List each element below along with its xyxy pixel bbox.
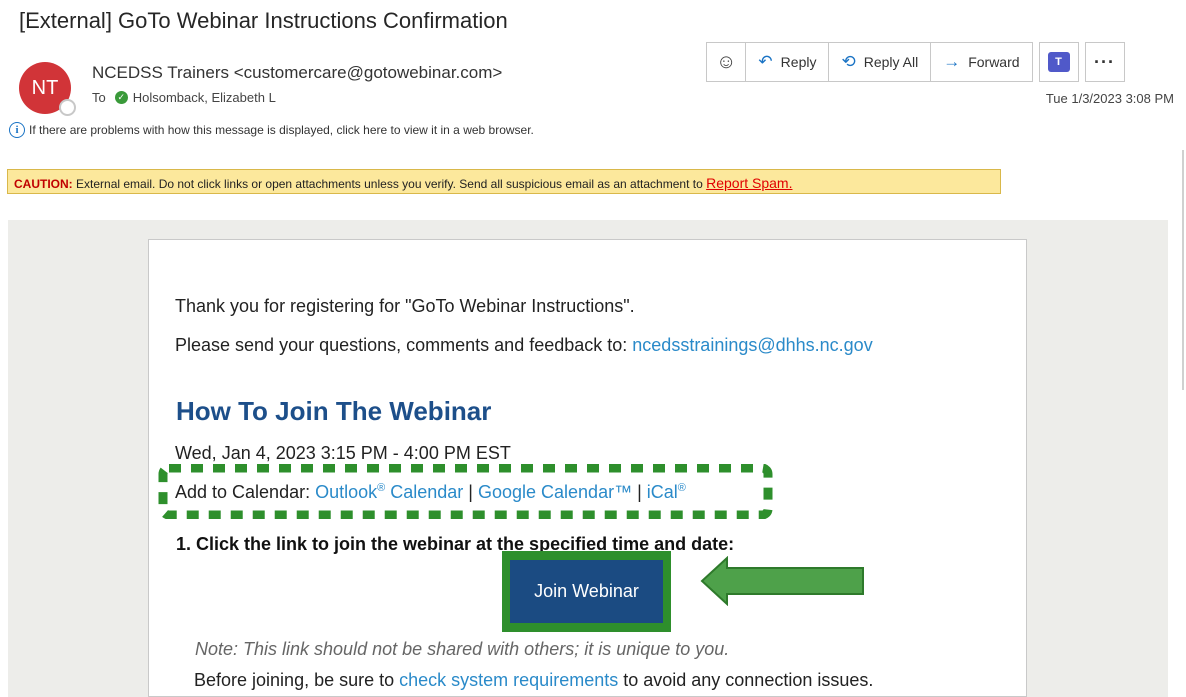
calendar-prefix: Add to Calendar:: [175, 482, 316, 502]
caution-label: CAUTION:: [14, 177, 73, 191]
sender[interactable]: NCEDSS Trainers <customercare@gotowebina…: [92, 63, 502, 83]
to-label: To: [92, 90, 106, 105]
avatar-initials: NT: [31, 76, 59, 99]
reply-label: Reply: [780, 54, 817, 70]
teams-button[interactable]: T: [1038, 42, 1079, 82]
questions-email-link[interactable]: ncedsstrainings@dhhs.nc.gov: [632, 335, 872, 355]
info-icon: i: [9, 122, 25, 138]
system-requirements-link[interactable]: check system requirements: [399, 670, 618, 690]
unique-link-note: Note: This link should not be shared wit…: [195, 639, 730, 659]
forward-button[interactable]: → Forward: [931, 43, 1031, 81]
more-actions-button[interactable]: ···: [1084, 42, 1125, 82]
view-in-browser-notice[interactable]: i If there are problems with how this me…: [9, 122, 534, 138]
reply-all-button[interactable]: ⟲ Reply All: [829, 43, 932, 81]
join-webinar-button[interactable]: Join Webinar: [510, 560, 663, 623]
before-suffix: to avoid any connection issues.: [618, 670, 874, 690]
forward-icon: →: [943, 52, 961, 71]
pointer-arrow-icon: [700, 556, 864, 606]
report-spam-link[interactable]: Report Spam.: [706, 175, 792, 191]
view-in-browser-text[interactable]: If there are problems with how this mess…: [29, 123, 534, 137]
reply-all-label: Reply All: [863, 54, 919, 70]
caution-banner: CAUTION: External email. Do not click li…: [7, 169, 1001, 194]
before-joining-line: Before joining, be sure to check system …: [194, 670, 873, 691]
questions-line: Please send your questions, comments and…: [175, 335, 873, 356]
recipient-line: To ✓ Holsomback, Elizabeth L: [92, 90, 276, 105]
more-icon: ···: [1094, 51, 1116, 72]
add-to-calendar-line: Add to Calendar: Outlook® Calendar | Goo…: [175, 482, 686, 503]
thanks-text: Thank you for registering for "GoTo Webi…: [175, 296, 635, 316]
separator: |: [463, 482, 478, 502]
separator: |: [632, 482, 647, 502]
message-toolbar: ☺ ↶ Reply ⟲ Reply All → Forward T ···: [706, 42, 1125, 82]
questions-prefix: Please send your questions, comments and…: [175, 335, 633, 355]
emoji-reaction-button[interactable]: ☺: [707, 43, 747, 81]
received-date: Tue 1/3/2023 3:08 PM: [1045, 91, 1174, 106]
smiley-icon: ☺: [716, 50, 737, 73]
scrollbar[interactable]: [1182, 150, 1184, 390]
reply-button[interactable]: ↶ Reply: [746, 43, 830, 81]
outlook-calendar-link[interactable]: Outlook® Calendar: [315, 482, 463, 502]
google-calendar-link[interactable]: Google Calendar™: [478, 482, 632, 502]
check-icon: ✓: [114, 91, 128, 104]
webinar-datetime: Wed, Jan 4, 2023 3:15 PM - 4:00 PM EST: [175, 443, 511, 463]
teams-icon: T: [1047, 52, 1070, 72]
before-prefix: Before joining, be sure to: [194, 670, 400, 690]
caution-text: External email. Do not click links or op…: [72, 177, 707, 191]
reply-icon: ↶: [758, 52, 773, 71]
reply-all-icon: ⟲: [841, 52, 856, 71]
recipient-name[interactable]: Holsomback, Elizabeth L: [133, 90, 276, 105]
email-subject: [External] GoTo Webinar Instructions Con…: [19, 8, 508, 33]
presence-status-icon: [59, 99, 76, 116]
ical-link[interactable]: iCal®: [647, 482, 686, 502]
reply-group: ☺ ↶ Reply ⟲ Reply All → Forward: [706, 42, 1033, 82]
forward-label: Forward: [968, 54, 1020, 70]
join-heading: How To Join The Webinar: [176, 396, 492, 426]
